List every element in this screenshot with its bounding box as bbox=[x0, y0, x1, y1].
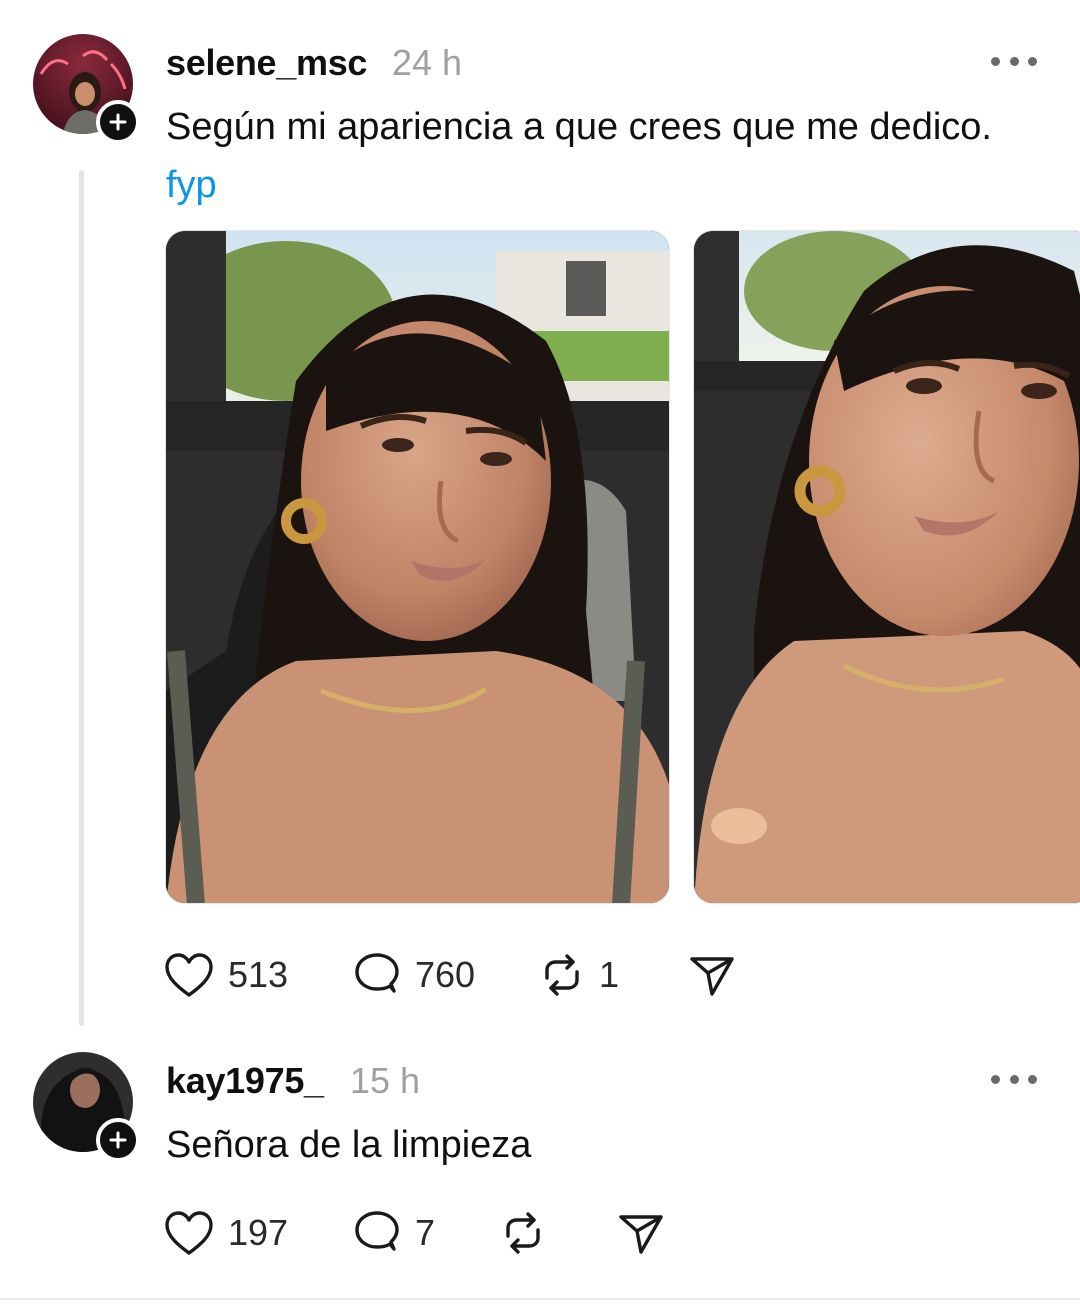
post-comment-count: 760 bbox=[415, 954, 476, 995]
reply-comment-count: 7 bbox=[415, 1212, 436, 1253]
reply-share-button[interactable] bbox=[617, 1208, 665, 1258]
post-time: 24 h bbox=[392, 42, 463, 83]
reply-follow-button[interactable] bbox=[96, 1118, 140, 1162]
thread-line bbox=[79, 170, 84, 1026]
heart-icon bbox=[165, 1211, 213, 1255]
reply-like-button[interactable]: 197 bbox=[164, 1208, 288, 1258]
post-comment-button[interactable]: 760 bbox=[353, 950, 475, 1000]
send-icon bbox=[619, 1215, 663, 1254]
post-repost-count: 1 bbox=[599, 954, 620, 995]
repost-icon bbox=[506, 1212, 540, 1254]
post-repost-button[interactable]: 1 bbox=[539, 950, 619, 1000]
reply-text: Señora de la limpieza bbox=[166, 1124, 532, 1166]
post-image-2[interactable] bbox=[693, 230, 1080, 904]
divider bbox=[0, 1298, 1080, 1300]
more-dots-icon bbox=[991, 56, 1000, 66]
reply-comment-button[interactable]: 7 bbox=[353, 1208, 435, 1258]
reply-more-button[interactable] bbox=[991, 1064, 1037, 1094]
post-like-count: 513 bbox=[228, 954, 289, 995]
comment-bubble-icon bbox=[355, 1211, 399, 1251]
repost-icon bbox=[545, 954, 579, 996]
post-like-button[interactable]: 513 bbox=[164, 950, 288, 1000]
reply-username[interactable]: kay1975_ bbox=[166, 1060, 324, 1102]
post-text: Según mi apariencia a que crees que me d… bbox=[166, 106, 992, 148]
post-image-1[interactable] bbox=[165, 230, 670, 904]
post-share-button[interactable] bbox=[688, 950, 736, 1000]
plus-icon bbox=[109, 1131, 127, 1149]
comment-bubble-icon bbox=[355, 953, 399, 993]
send-icon bbox=[690, 957, 734, 996]
reply-time: 15 h bbox=[350, 1060, 421, 1101]
reply-repost-button[interactable] bbox=[500, 1208, 546, 1258]
post-more-button[interactable] bbox=[991, 46, 1037, 76]
reply-like-count: 197 bbox=[228, 1212, 289, 1253]
follow-button[interactable] bbox=[96, 100, 140, 144]
post-tag-link[interactable]: fyp bbox=[166, 164, 217, 207]
heart-icon bbox=[165, 953, 213, 997]
post-username[interactable]: selene_msc bbox=[166, 42, 367, 84]
more-dots-icon bbox=[991, 1074, 1000, 1084]
plus-icon bbox=[109, 113, 127, 131]
